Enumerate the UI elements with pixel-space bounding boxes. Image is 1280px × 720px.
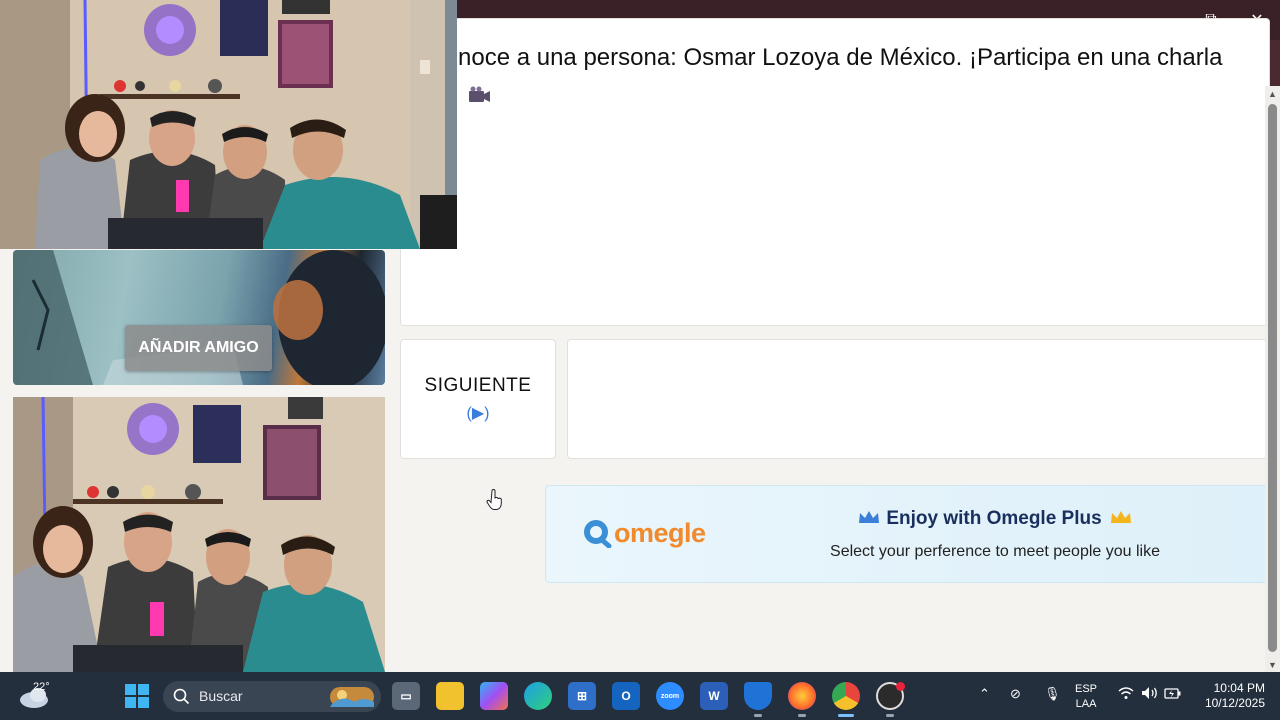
- self-video: [13, 397, 385, 672]
- zoom-icon[interactable]: zoom: [656, 682, 684, 710]
- volume-icon[interactable]: [1141, 686, 1159, 703]
- banner-title: Enjoy with Omegle Plus: [795, 508, 1195, 530]
- firefox-running-indicator: [798, 714, 806, 717]
- search-icon: [173, 688, 190, 705]
- overlay-camera-video: [0, 0, 457, 249]
- scroll-thumb[interactable]: [1268, 104, 1277, 652]
- scroll-down-icon[interactable]: ▼: [1266, 660, 1279, 670]
- microphone-icon[interactable]: 🎙: [1044, 686, 1061, 702]
- omegle-logo: omegle: [582, 515, 712, 551]
- omegle-logo-icon: [584, 520, 612, 548]
- chrome-icon[interactable]: [832, 682, 860, 710]
- defender-running-indicator: [754, 714, 762, 717]
- omegle-logo-text: omegle: [614, 517, 706, 548]
- firefox-icon[interactable]: [788, 682, 816, 710]
- task-view-icon[interactable]: ▭: [392, 682, 420, 710]
- microsoft-store-icon[interactable]: ⊞: [568, 682, 596, 710]
- banner-title-text: Enjoy with Omegle Plus: [886, 508, 1102, 529]
- chat-message: noce a una persona: Osmar Lozoya de Méxi…: [458, 44, 1223, 71]
- hand-cursor-icon: [486, 489, 502, 510]
- keyboard-layout: LAA: [1075, 698, 1097, 710]
- show-hidden-icons-icon[interactable]: ⌃: [979, 686, 990, 702]
- next-button-shortcut: (▶): [466, 405, 490, 422]
- clock-time: 10:04 PM: [1213, 681, 1265, 695]
- add-friend-button[interactable]: AÑADIR AMIGO: [125, 325, 272, 371]
- next-button-label: SIGUIENTE: [424, 375, 532, 396]
- start-button[interactable]: [125, 684, 149, 708]
- video-camera-icon: [466, 86, 492, 106]
- banner-subtitle: Select your perference to meet people yo…: [830, 543, 1160, 560]
- obs-running-indicator: [886, 714, 894, 717]
- defender-icon[interactable]: [744, 682, 772, 710]
- taskbar-search-label: Buscar: [199, 688, 243, 704]
- copilot-icon[interactable]: [480, 682, 508, 710]
- next-button[interactable]: SIGUIENTE (▶): [400, 339, 556, 459]
- wifi-icon[interactable]: [1118, 686, 1134, 703]
- clock-date: 10/12/2025: [1204, 696, 1265, 710]
- system-clock[interactable]: 10:04 PM 10/12/2025: [1195, 681, 1265, 711]
- taskbar-search[interactable]: [163, 681, 381, 712]
- cloud-offline-icon[interactable]: ⊘: [1010, 686, 1021, 702]
- chrome-active-indicator: [838, 714, 854, 717]
- outlook-icon[interactable]: O: [612, 682, 640, 710]
- scroll-up-icon[interactable]: ▲: [1266, 89, 1279, 99]
- edge-icon[interactable]: [524, 682, 552, 710]
- battery-icon[interactable]: [1164, 686, 1182, 703]
- crown-gold-icon: [1110, 511, 1131, 523]
- search-highlight-icon: [330, 687, 374, 707]
- input-language[interactable]: ESP LAA: [1075, 682, 1097, 712]
- word-icon[interactable]: W: [700, 682, 728, 710]
- language-code: ESP: [1075, 683, 1098, 695]
- message-input[interactable]: [567, 339, 1267, 459]
- file-explorer-icon[interactable]: [436, 682, 464, 710]
- weather-temperature: 22°: [33, 681, 50, 693]
- recording-badge-icon: [896, 682, 905, 691]
- crown-icon: [859, 511, 880, 523]
